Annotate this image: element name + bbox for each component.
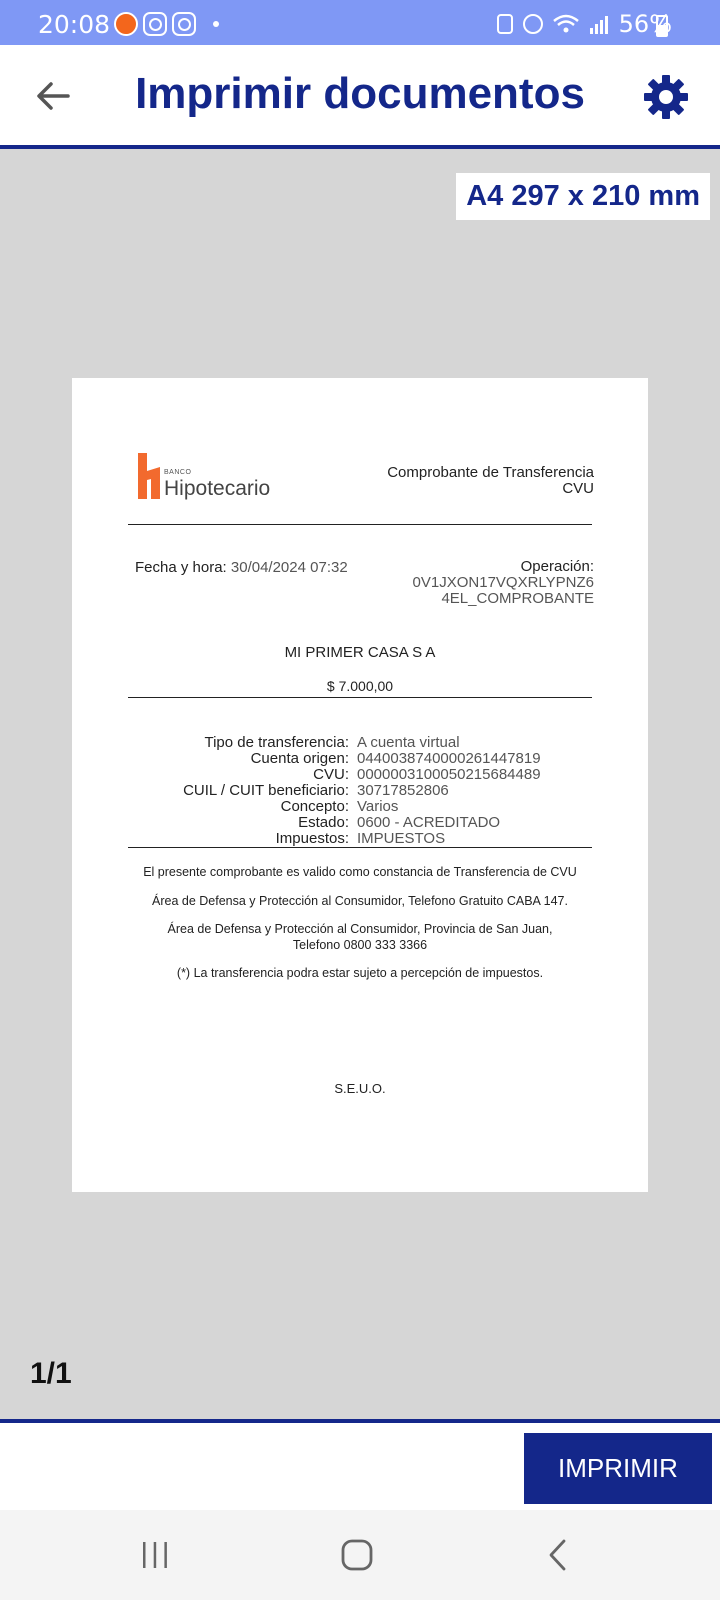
hipotecario-logo-icon xyxy=(138,453,160,499)
page-counter: 1/1 xyxy=(30,1357,72,1390)
detail-row: Cuenta origen: 0440038740000261447819 xyxy=(72,751,648,767)
instagram-icon xyxy=(143,12,167,36)
detail-row: Estado: 0600 - ACREDITADO xyxy=(72,815,648,831)
notification-icons xyxy=(114,12,219,36)
consumer-protection-san-juan: Área de Defensa y Protección al Consumid… xyxy=(112,921,608,953)
bank-logo: BANCO Hipotecario xyxy=(138,453,270,499)
transfer-details: Tipo de transferencia: A cuenta virtual … xyxy=(72,735,648,847)
recents-button[interactable] xyxy=(125,1532,185,1578)
detail-value: 30717852806 xyxy=(357,782,449,799)
operation-label: Operación: xyxy=(520,558,594,575)
nav-back-icon xyxy=(549,1539,566,1571)
logo-name: Hipotecario xyxy=(164,477,271,500)
recents-icon xyxy=(143,1542,167,1568)
app-bar: Imprimir documentos xyxy=(0,45,720,149)
tax-note: (*) La transferencia podra estar sujeto … xyxy=(176,966,544,980)
note-line: Área de Defensa y Protección al Consumid… xyxy=(167,922,553,936)
detail-row: Concepto: Varios xyxy=(72,799,648,815)
home-button[interactable] xyxy=(327,1532,387,1578)
receipt-heading: Comprobante de Transferencia CVU xyxy=(387,465,594,497)
seuo-note: S.E.U.O. xyxy=(334,1081,386,1096)
operation-value: 4EL_COMPROBANTE xyxy=(441,590,594,607)
detail-value: 0440038740000261447819 xyxy=(357,750,541,767)
detail-row: CVU: 0000003100050215684489 xyxy=(72,767,648,783)
detail-label: Cuenta origen: xyxy=(250,750,349,767)
divider xyxy=(128,847,592,848)
more-notifications-icon xyxy=(213,21,219,27)
system-nav-bar xyxy=(0,1510,720,1600)
home-icon xyxy=(341,1539,373,1571)
transfer-amount: $ 7.000,00 xyxy=(326,678,394,694)
detail-label: CVU: xyxy=(313,766,349,783)
status-time: 20:08 xyxy=(38,10,111,39)
print-button[interactable]: IMPRIMIR xyxy=(524,1433,712,1504)
page-title: Imprimir documentos xyxy=(135,69,585,118)
receipt-heading-line: Comprobante de Transferencia xyxy=(387,464,594,481)
detail-label: Impuestos: xyxy=(275,830,349,847)
operation-id: Operación: 0V1JXON17VQXRLYPNZ6 4EL_COMPR… xyxy=(413,559,594,607)
alarm-icon xyxy=(522,14,543,34)
document-preview: BANCO Hipotecario Comprobante de Transfe… xyxy=(72,378,648,1192)
detail-row: Impuestos: IMPUESTOS xyxy=(72,831,648,847)
divider xyxy=(128,697,592,698)
detail-row: CUIL / CUIT beneficiario: 30717852806 xyxy=(72,783,648,799)
detail-value: 0600 - ACREDITADO xyxy=(357,814,501,831)
beneficiary-name: MI PRIMER CASA S A xyxy=(284,644,436,661)
detail-value: Varios xyxy=(357,798,399,815)
receipt-heading-line: CVU xyxy=(562,480,594,497)
battery-icon xyxy=(656,15,668,37)
wifi-icon xyxy=(552,14,579,33)
validity-note: El presente comprobante es valido como c… xyxy=(143,865,577,879)
detail-value: IMPUESTOS xyxy=(357,830,446,847)
status-bar: 20:08 56% xyxy=(0,0,720,45)
detail-label: Concepto: xyxy=(280,798,349,815)
date-time-value: 30/04/2024 07:32 xyxy=(230,559,348,576)
signal-icon xyxy=(589,16,608,34)
date-time: Fecha y hora: 30/04/2024 07:32 xyxy=(135,559,348,576)
detail-value: A cuenta virtual xyxy=(357,734,460,751)
instagram-icon xyxy=(172,12,196,36)
operation-value: 0V1JXON17VQXRLYPNZ6 xyxy=(412,574,594,591)
detail-label: Tipo de transferencia: xyxy=(204,734,349,751)
nav-back-button[interactable] xyxy=(528,1532,588,1578)
detail-label: CUIL / CUIT beneficiario: xyxy=(183,782,349,799)
bottom-action-bar: IMPRIMIR xyxy=(0,1419,720,1510)
paper-size-selector[interactable]: A4 297 x 210 mm xyxy=(456,173,710,220)
app-notification-icon xyxy=(114,12,138,36)
settings-button[interactable] xyxy=(640,71,692,123)
detail-row: Tipo de transferencia: A cuenta virtual xyxy=(72,735,648,751)
date-time-label: Fecha y hora: xyxy=(135,559,227,576)
system-icons: 56% xyxy=(496,10,672,38)
consumer-protection-caba: Área de Defensa y Protección al Consumid… xyxy=(152,894,568,908)
lock-icon xyxy=(496,14,513,34)
logo-prefix: BANCO xyxy=(164,469,192,476)
note-line: Telefono 0800 333 3366 xyxy=(292,938,428,952)
gear-icon xyxy=(644,75,688,119)
detail-label: Estado: xyxy=(298,814,349,831)
detail-value: 0000003100050215684489 xyxy=(357,766,541,783)
divider xyxy=(128,524,592,525)
